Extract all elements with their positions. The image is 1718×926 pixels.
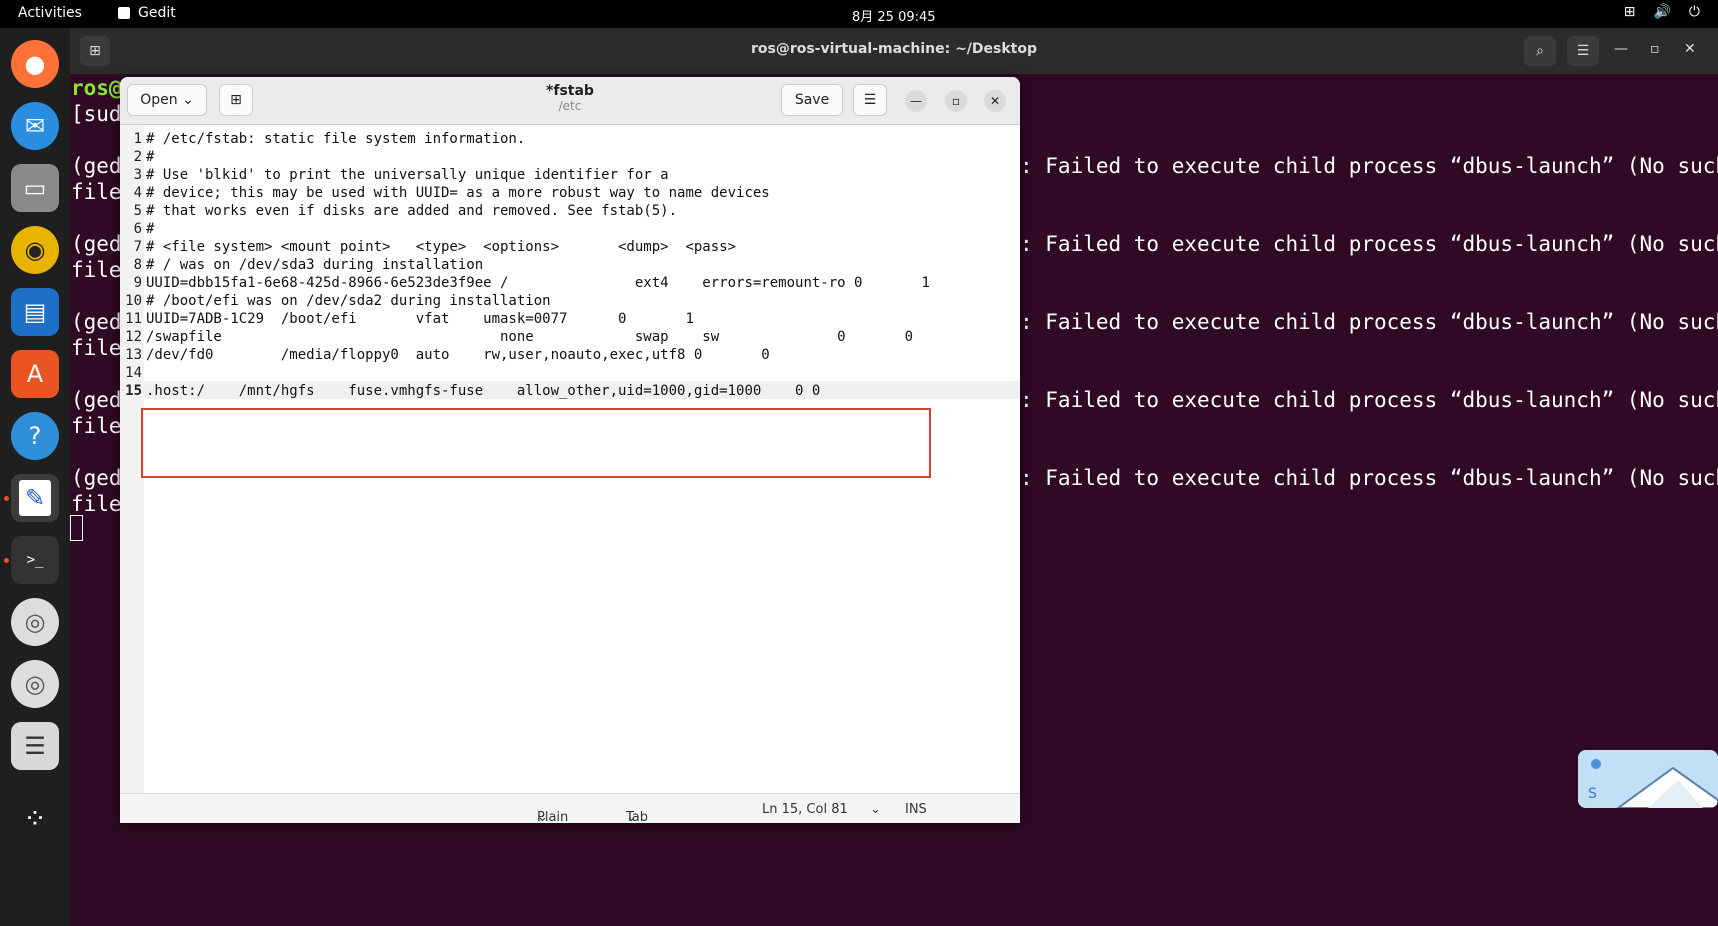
terminal-line: : Failed to execute child process “dbus-…	[1020, 310, 1718, 334]
terminal-line: file	[71, 336, 122, 360]
gedit-window: Open ⌄ ⊞ *fstab /etc Save ☰ — ▫ ✕ 123456…	[120, 77, 1020, 823]
code-line: # that works even if disks are added and…	[146, 203, 678, 219]
minimize-button[interactable]: —	[1614, 41, 1628, 57]
volume-icon: 🔊	[1653, 4, 1671, 20]
firefox-icon[interactable]: ●	[11, 40, 59, 88]
code-line: #	[146, 221, 155, 237]
text-editor[interactable]: 1 2 3 4 5 6 7 8 9 10 11 12 13 14 15 # /etc/fstab: stat…	[120, 125, 1020, 793]
code-line: #	[146, 149, 155, 165]
terminal-icon[interactable]: >_	[11, 536, 59, 584]
terminal-line: file	[71, 414, 122, 438]
terminal-cursor	[70, 515, 83, 541]
line-number: 3	[133, 167, 142, 183]
power-icon: ⏻	[1688, 4, 1700, 20]
menu-button[interactable]: ☰	[1567, 36, 1599, 66]
terminal-line: (ged	[71, 466, 122, 490]
maximize-button[interactable]: ▫	[1650, 41, 1660, 57]
menu-icon: ☰	[863, 92, 877, 108]
thunderbird-icon[interactable]: ✉	[11, 102, 59, 150]
insert-mode[interactable]: INS	[905, 802, 927, 817]
network-icon: ⊞	[1623, 4, 1636, 20]
terminal-line: : Failed to execute child process “dbus-…	[1020, 466, 1718, 490]
code-line: # device; this may be used with UUID= as…	[146, 185, 770, 201]
minimize-button[interactable]: —	[905, 90, 927, 112]
running-indicator	[4, 496, 9, 501]
weather-widget[interactable]: S	[1578, 750, 1718, 808]
code-line: /dev/fd0 /media/floppy0 auto rw,user,noa…	[146, 347, 770, 363]
line-number: 12	[125, 329, 142, 345]
search-button[interactable]: ⌕	[1524, 36, 1556, 66]
line-number: 2	[133, 149, 142, 165]
terminal-line: file	[71, 258, 122, 282]
code-line: # <file system> <mount point> <type> <op…	[146, 239, 737, 255]
save-button[interactable]: Save	[781, 84, 843, 116]
terminal-line: (ged	[71, 388, 122, 412]
line-number: 8	[133, 257, 142, 273]
code-line: /swapfile none swap sw 0 0	[146, 329, 914, 345]
terminal-line: (ged	[71, 232, 122, 256]
cursor-position[interactable]: Ln 15, Col 81	[762, 802, 848, 817]
code-line: UUID=dbb15fa1-6e68-425d-8966-6e523de3f9e…	[146, 275, 930, 291]
close-button[interactable]: ✕	[1684, 41, 1696, 57]
top-bar: Activities Gedit 8月 25 09:45 ⊞ 🔊 ⏻	[0, 0, 1718, 28]
gedit-icon	[118, 7, 130, 19]
writer-icon[interactable]: ▤	[11, 288, 59, 336]
rhythmbox-icon[interactable]: ◉	[11, 226, 59, 274]
code-line: # Use 'blkid' to print the universally u…	[146, 167, 669, 183]
svg-text:S: S	[1588, 786, 1597, 802]
terminal-line: : Failed to execute child process “dbus-…	[1020, 232, 1718, 256]
line-number: 14	[125, 365, 142, 381]
line-number: 6	[133, 221, 142, 237]
line-number: 1	[133, 131, 142, 147]
line-number: 15	[125, 383, 142, 399]
drive-icon[interactable]: ☰	[11, 722, 59, 770]
terminal-line: file	[71, 492, 122, 516]
activities-button[interactable]: Activities	[18, 5, 82, 21]
chevron-down-icon: ⌄	[537, 810, 548, 823]
maximize-button[interactable]: ▫	[945, 90, 967, 112]
chevron-down-icon: ⌄	[626, 810, 637, 823]
hamburger-menu-button[interactable]: ☰	[853, 84, 887, 116]
help-icon[interactable]: ?	[11, 412, 59, 460]
code-line: UUID=7ADB-1C29 /boot/efi vfat umask=0077…	[146, 311, 694, 327]
line-number: 9	[133, 275, 142, 291]
line-number: 13	[125, 347, 142, 363]
close-button[interactable]: ✕	[984, 90, 1006, 112]
terminal-line: file	[71, 180, 122, 204]
line-number: 7	[133, 239, 142, 255]
terminal-title: ros@ros-virtual-machine: ~/Desktop	[750, 41, 1038, 57]
app-menu-label: Gedit	[138, 5, 176, 21]
line-number: 11	[125, 311, 142, 327]
line-number: 4	[133, 185, 142, 201]
dock: ● ✉ ▭ ◉ ▤ A ? ✎ >_ ◎ ◎ ☰ ⁘	[0, 28, 70, 926]
code-line: .host:/ /mnt/hgfs fuse.vmhgfs-fuse allow…	[146, 383, 821, 399]
system-tray[interactable]: ⊞ 🔊 ⏻	[1624, 4, 1700, 20]
terminal-header: ⊞ ros@ros-virtual-machine: ~/Desktop ⌕ ☰…	[70, 28, 1718, 74]
chevron-down-icon[interactable]: ⌄	[870, 802, 881, 817]
line-number: 10	[125, 293, 142, 309]
code-line: # / was on /dev/sda3 during installation	[146, 257, 484, 273]
line-number: 5	[133, 203, 142, 219]
mountain-icon: S	[1578, 750, 1718, 808]
files-icon[interactable]: ▭	[11, 164, 59, 212]
running-indicator	[4, 558, 9, 563]
terminal-line: [sud	[71, 102, 122, 126]
terminal-line: : Failed to execute child process “dbus-…	[1020, 154, 1718, 178]
clock[interactable]: 8月 25 09:45	[852, 6, 936, 25]
highlight-box	[141, 408, 931, 478]
status-bar: Plain Text ⌄ Tab Width: 8 ⌄ Ln 15, Col 8…	[120, 793, 1020, 823]
disc-icon[interactable]: ◎	[11, 598, 59, 646]
terminal-line: ros@	[71, 76, 122, 100]
code-line: # /boot/efi was on /dev/sda2 during inst…	[146, 293, 551, 309]
app-menu[interactable]: Gedit	[118, 5, 176, 21]
code-line: # /etc/fstab: static file system informa…	[146, 131, 526, 147]
text-editor-icon[interactable]: ✎	[11, 474, 59, 522]
terminal-line: (ged	[71, 154, 122, 178]
disc-icon[interactable]: ◎	[11, 660, 59, 708]
show-apps-icon[interactable]: ⁘	[11, 794, 59, 842]
gedit-header: Open ⌄ ⊞ *fstab /etc Save ☰ — ▫ ✕	[120, 77, 1020, 125]
terminal-line: : Failed to execute child process “dbus-…	[1020, 388, 1718, 412]
app-center-icon[interactable]: A	[11, 350, 59, 398]
terminal-line: (ged	[71, 310, 122, 334]
